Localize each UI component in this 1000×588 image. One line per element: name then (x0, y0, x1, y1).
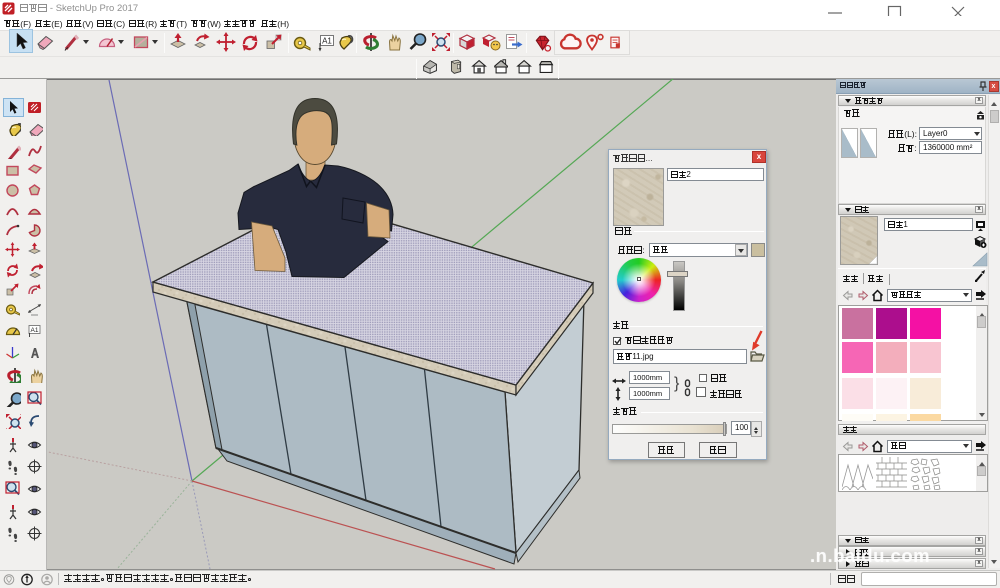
svg-text:A1: A1 (322, 37, 332, 46)
svg-text:A1: A1 (31, 327, 39, 334)
